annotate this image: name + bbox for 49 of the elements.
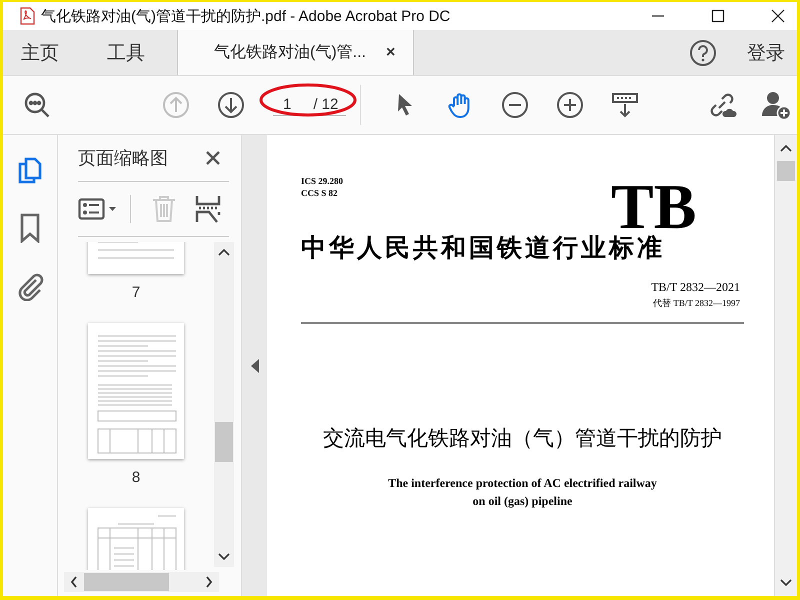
scroll-up-icon[interactable] <box>217 247 231 257</box>
current-page: 1 <box>283 96 292 113</box>
document-tab[interactable]: 气化铁路对油(气)管... × <box>177 30 414 75</box>
help-icon[interactable] <box>689 38 717 66</box>
sign-in-button[interactable]: 登录 <box>747 30 797 75</box>
paperclip-icon[interactable] <box>16 271 44 301</box>
nav-tab[interactable]: 主页 <box>3 30 75 75</box>
english-title: on oil (gas) pipeline <box>472 493 572 510</box>
arrow-down-icon[interactable] <box>217 91 245 119</box>
scroll-right-icon[interactable] <box>204 575 214 589</box>
zoom-in-icon[interactable] <box>556 91 584 119</box>
panel-title: 页面缩略图 <box>78 147 168 170</box>
document-tab-label: 气化铁路对油(气)管... <box>214 42 366 63</box>
scroll-down-icon[interactable] <box>217 552 231 562</box>
scroll-thumb[interactable] <box>777 161 795 181</box>
replaced-standard: 代替 TB/T 2832—1997 <box>653 297 740 310</box>
scroll-thumb[interactable] <box>215 422 233 462</box>
tab-close-button[interactable]: × <box>386 44 396 62</box>
pages-icon[interactable] <box>16 155 44 185</box>
english-title: The interference protection of AC electrified railway <box>388 475 657 492</box>
document-title: 交流电气化铁路对油（气）管道干扰的防护 <box>322 425 723 452</box>
add-user-icon[interactable] <box>761 90 791 120</box>
zoom-out-icon[interactable] <box>501 91 530 119</box>
horizontal-scrollbar[interactable] <box>64 572 219 592</box>
standard-logo: TB <box>611 181 696 233</box>
scroll-left-icon[interactable] <box>69 575 79 589</box>
close-icon[interactable] <box>205 150 221 166</box>
classification-code: ICS 29.280 <box>301 175 344 187</box>
standard-heading: 中华人民共和国铁道行业标准 <box>301 234 666 264</box>
search-icon[interactable] <box>23 91 51 119</box>
document-scrollbar[interactable] <box>774 135 797 596</box>
scroll-down-icon[interactable] <box>779 578 793 588</box>
fit-page-icon[interactable] <box>611 91 640 119</box>
extract-pages-icon[interactable] <box>195 194 221 224</box>
nav-tab[interactable]: 工具 <box>91 30 161 75</box>
pdf-file-icon <box>19 7 35 25</box>
page-count: / 12 <box>313 96 338 113</box>
page-number-label: 8 <box>132 469 140 486</box>
standard-number: TB/T 2832—2021 <box>651 280 740 295</box>
page-thumbnail[interactable] <box>88 323 184 459</box>
close-icon[interactable] <box>771 9 785 23</box>
scroll-up-icon[interactable] <box>779 143 793 153</box>
classification-code: CCS S 82 <box>301 187 339 199</box>
collapse-panel-icon[interactable] <box>250 358 260 374</box>
maximize-icon[interactable] <box>711 9 725 23</box>
window-title: 气化铁路对油(气)管道干扰的防护.pdf - Adobe Acrobat Pro DC <box>41 6 450 26</box>
page-number-label: 7 <box>132 284 140 301</box>
scroll-thumb[interactable] <box>84 573 169 591</box>
vertical-scrollbar[interactable] <box>214 242 234 567</box>
